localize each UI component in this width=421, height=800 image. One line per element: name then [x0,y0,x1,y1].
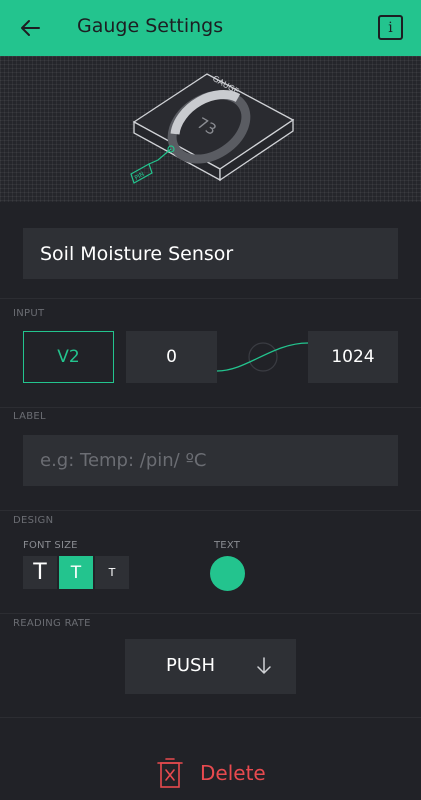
font-size-label: FONT SIZE [23,540,78,551]
font-size-large-button[interactable]: T [23,556,57,589]
delete-button[interactable]: Delete [157,757,266,789]
info-icon: i [388,19,393,36]
label-section-label: LABEL [13,411,46,422]
delete-label: Delete [200,761,266,785]
mapping-curve-icon [217,342,308,372]
text-color-label: TEXT [214,540,241,551]
divider [0,717,421,718]
reading-rate-select[interactable]: PUSH [125,639,296,694]
reading-rate-value: PUSH [166,655,215,676]
info-button[interactable]: i [378,15,403,40]
back-button[interactable] [16,14,44,42]
divider [0,407,421,408]
top-app-bar: Gauge Settings i [0,0,421,56]
trash-icon [157,758,183,788]
divider [0,298,421,299]
min-value-input[interactable] [126,331,217,383]
font-size-small-button[interactable]: T [95,556,129,589]
pin-select-button[interactable]: V2 [23,331,114,383]
arrow-down-icon [257,657,271,674]
page-title: Gauge Settings [77,15,224,37]
pin-tag: PIN [134,171,146,182]
divider [0,510,421,511]
max-value-input[interactable] [308,331,398,383]
text-color-picker[interactable] [210,556,245,591]
input-section-label: INPUT [13,308,45,319]
label-input[interactable] [23,435,398,486]
gauge-widget-illustration: GAUGE 73 PIN [130,73,295,184]
font-size-medium-button[interactable]: T [59,556,93,589]
divider [0,613,421,614]
widget-preview: GAUGE 73 PIN [0,56,421,202]
widget-name-input[interactable] [23,228,398,279]
reading-rate-section-label: READING RATE [13,618,91,629]
arrow-left-icon [21,20,40,36]
design-section-label: DESIGN [13,515,54,526]
